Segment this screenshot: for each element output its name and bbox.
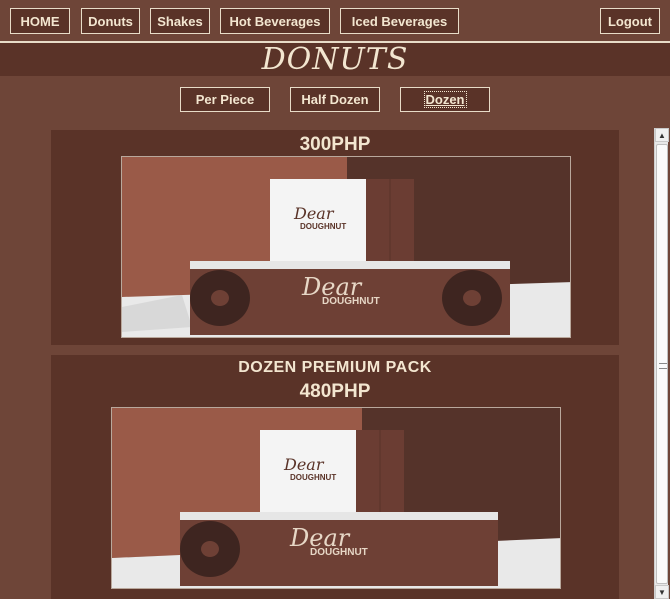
filter-half-dozen-label: Half Dozen — [301, 92, 369, 107]
scroll-down-arrow-icon[interactable]: ▼ — [655, 585, 669, 599]
nav-shakes-button[interactable]: Shakes — [150, 8, 210, 34]
svg-text:DOUGHNUT: DOUGHNUT — [310, 547, 368, 558]
svg-text:DOUGHNUT: DOUGHNUT — [290, 473, 336, 482]
product-price: 300PHP — [299, 134, 371, 155]
svg-text:DOUGHNUT: DOUGHNUT — [300, 222, 346, 231]
product-card: DOZEN PREMIUM PACK 480PHP Dear DOUGHNUT … — [50, 354, 620, 599]
product-price: 480PHP — [299, 381, 371, 402]
nav-shakes-label: Shakes — [157, 13, 203, 29]
filter-dozen-label: Dozen — [423, 91, 467, 108]
product-image: Dear DOUGHNUT Dear DOUGHNUT — [111, 407, 561, 589]
nav-iced-beverages-label: Iced Beverages — [351, 13, 448, 29]
nav-iced-beverages-button[interactable]: Iced Beverages — [340, 8, 459, 34]
nav-donuts-label: Donuts — [88, 13, 133, 29]
filter-dozen-button[interactable]: Dozen — [400, 87, 490, 112]
nav-home-label: HOME — [20, 13, 60, 29]
svg-text:Dear: Dear — [283, 455, 325, 474]
vertical-scrollbar[interactable]: ▲ ▼ — [654, 128, 669, 599]
filter-half-dozen-button[interactable]: Half Dozen — [290, 87, 380, 112]
nav-hot-beverages-label: Hot Beverages — [229, 13, 321, 29]
page-title-band: DONUTS — [0, 41, 670, 77]
svg-text:DOUGHNUT: DOUGHNUT — [322, 296, 380, 307]
scrollbar-thumb[interactable] — [656, 144, 668, 584]
nav-hot-beverages-button[interactable]: Hot Beverages — [220, 8, 330, 34]
page-title: DONUTS — [261, 42, 409, 77]
product-image: Dear DOUGHNUT Dear DOUGHNUT — [121, 156, 571, 338]
product-list[interactable]: 300PHP Dear DOUGHNUT Dear DOUGHNUT DOZEN… — [0, 124, 654, 599]
nav-donuts-button[interactable]: Donuts — [81, 8, 140, 34]
product-card: 300PHP Dear DOUGHNUT Dear DOUGHNUT — [50, 129, 620, 346]
nav-home-button[interactable]: HOME — [10, 8, 70, 34]
top-navigation: HOME Donuts Shakes Hot Beverages Iced Be… — [0, 0, 670, 40]
filter-per-piece-label: Per Piece — [195, 92, 255, 107]
svg-text:Dear: Dear — [293, 204, 335, 223]
filter-per-piece-button[interactable]: Per Piece — [180, 87, 270, 112]
scroll-up-arrow-icon[interactable]: ▲ — [655, 128, 669, 142]
logout-button[interactable]: Logout — [600, 8, 660, 34]
logout-label: Logout — [607, 13, 653, 29]
grip-icon — [659, 363, 667, 369]
product-name: DOZEN PREMIUM PACK — [238, 359, 432, 376]
